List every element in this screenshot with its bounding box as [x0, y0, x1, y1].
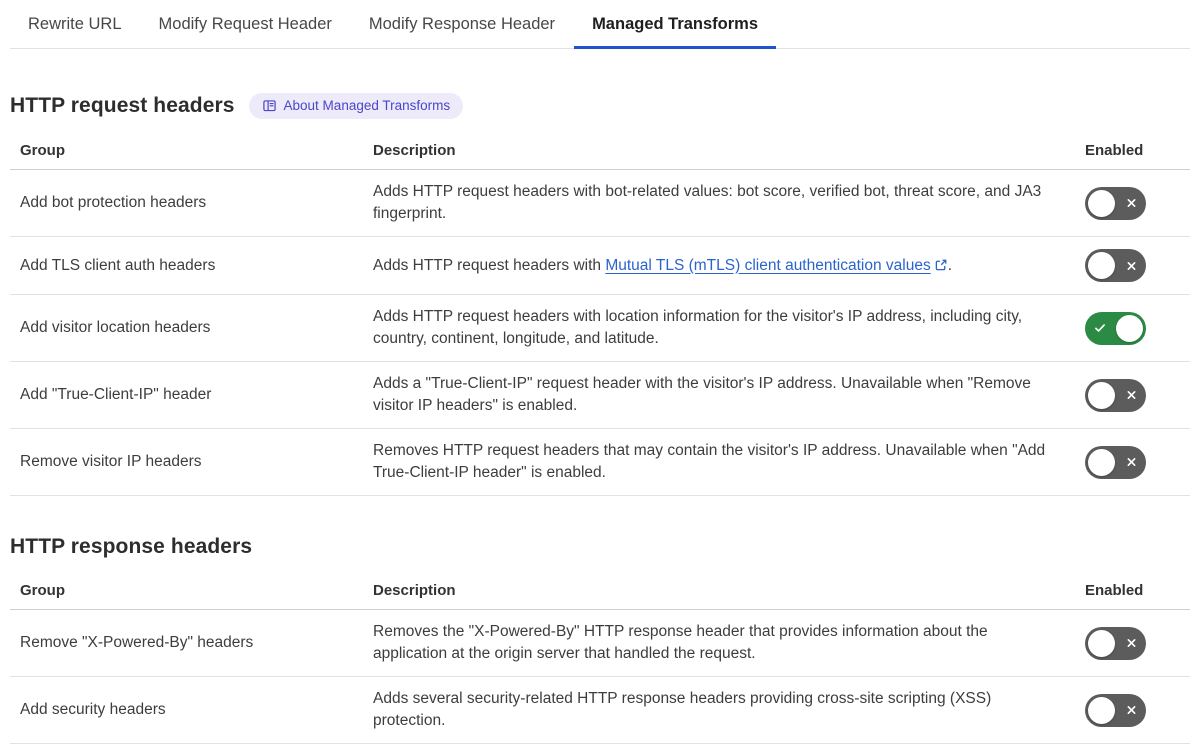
row-description: Adds several security-related HTTP respo…	[373, 690, 992, 729]
x-icon	[1127, 391, 1136, 399]
x-icon	[1127, 458, 1136, 466]
row-description: Adds HTTP request headers with location …	[373, 308, 1023, 347]
column-header-group: Group	[20, 582, 65, 599]
table-row-add-true-client-ip-header: Add "True-Client-IP" header Adds a "True…	[10, 362, 1190, 429]
row-description: Adds a "True-Client-IP" request header w…	[373, 375, 1031, 414]
response-table-header: Group Description Enabled	[10, 576, 1190, 610]
toggle-add-visitor-location-headers[interactable]	[1085, 311, 1146, 345]
x-icon	[1127, 261, 1136, 270]
toggle-add-security-headers[interactable]	[1085, 693, 1146, 727]
tab-modify-request-header[interactable]: Modify Request Header	[141, 0, 350, 48]
row-description: Adds HTTP request headers with Mutual TL…	[373, 256, 953, 274]
about-managed-transforms-badge[interactable]: About Managed Transforms	[248, 93, 464, 119]
row-description: Adds HTTP request headers with bot-relat…	[373, 183, 1042, 222]
row-group-label: Add security headers	[20, 701, 166, 718]
tab-rewrite-url[interactable]: Rewrite URL	[10, 0, 140, 48]
request-headers-section-head: HTTP request headers About Managed Trans…	[10, 93, 1190, 119]
book-icon	[262, 99, 277, 113]
toggle-knob	[1088, 629, 1115, 657]
tab-modify-response-header[interactable]: Modify Response Header	[351, 0, 573, 48]
toggle-add-true-client-ip-header[interactable]	[1085, 378, 1146, 412]
check-icon	[1095, 324, 1105, 332]
table-row-add-tls-client-auth-headers: Add TLS client auth headers Adds HTTP re…	[10, 237, 1190, 295]
toggle-remove-x-powered-by-headers[interactable]	[1085, 626, 1146, 660]
toggle-knob	[1088, 448, 1115, 476]
x-icon	[1127, 706, 1136, 714]
column-header-enabled: Enabled	[1085, 142, 1144, 159]
transform-rules-tabbar: Rewrite URL Modify Request Header Modify…	[10, 0, 1190, 49]
column-header-description: Description	[373, 582, 456, 599]
toggle-knob	[1116, 314, 1143, 342]
tab-managed-transforms[interactable]: Managed Transforms	[574, 0, 777, 49]
toggle-add-bot-protection-headers[interactable]	[1085, 186, 1146, 220]
request-table-header: Group Description Enabled	[10, 136, 1190, 170]
x-icon	[1127, 199, 1136, 207]
table-row-add-bot-protection-headers: Add bot protection headers Adds HTTP req…	[10, 170, 1190, 237]
request-headers-table: Group Description Enabled Add bot protec…	[10, 136, 1190, 496]
row-description: Removes HTTP request headers that may co…	[373, 442, 1046, 481]
response-headers-section-head: HTTP response headers	[10, 535, 1190, 559]
toggle-remove-visitor-ip-headers[interactable]	[1085, 445, 1146, 479]
table-row-remove-x-powered-by-headers: Remove "X-Powered-By" headers Removes th…	[10, 610, 1190, 677]
about-managed-transforms-label: About Managed Transforms	[283, 98, 451, 113]
response-headers-table: Group Description Enabled Remove "X-Powe…	[10, 576, 1190, 744]
managed-transforms-page: Rewrite URL Modify Request Header Modify…	[0, 0, 1200, 744]
row-group-label: Add bot protection headers	[20, 194, 207, 211]
toggle-add-tls-client-auth-headers[interactable]	[1085, 249, 1146, 282]
row-group-label: Remove visitor IP headers	[20, 453, 202, 470]
row-group-label: Add TLS client auth headers	[20, 256, 216, 274]
x-icon	[1127, 639, 1136, 647]
mtls-authentication-values-link[interactable]: Mutual TLS (mTLS) client authentication …	[605, 257, 947, 274]
row-group-label: Remove "X-Powered-By" headers	[20, 634, 254, 651]
table-row-add-visitor-location-headers: Add visitor location headers Adds HTTP r…	[10, 295, 1190, 362]
column-header-enabled: Enabled	[1085, 582, 1144, 599]
row-group-label: Add visitor location headers	[20, 319, 211, 336]
column-header-description: Description	[373, 142, 456, 159]
toggle-knob	[1088, 381, 1115, 409]
row-group-label: Add "True-Client-IP" header	[20, 386, 212, 403]
table-row-add-security-headers: Add security headers Adds several securi…	[10, 677, 1190, 744]
request-headers-title: HTTP request headers	[10, 94, 235, 117]
table-row-remove-visitor-ip-headers: Remove visitor IP headers Removes HTTP r…	[10, 429, 1190, 496]
external-link-icon	[935, 259, 947, 270]
toggle-knob	[1088, 189, 1115, 217]
column-header-group: Group	[20, 142, 65, 159]
response-headers-title: HTTP response headers	[10, 535, 253, 558]
row-description: Removes the "X-Powered-By" HTTP response…	[373, 623, 988, 662]
toggle-knob	[1088, 696, 1115, 724]
toggle-knob	[1088, 252, 1115, 279]
